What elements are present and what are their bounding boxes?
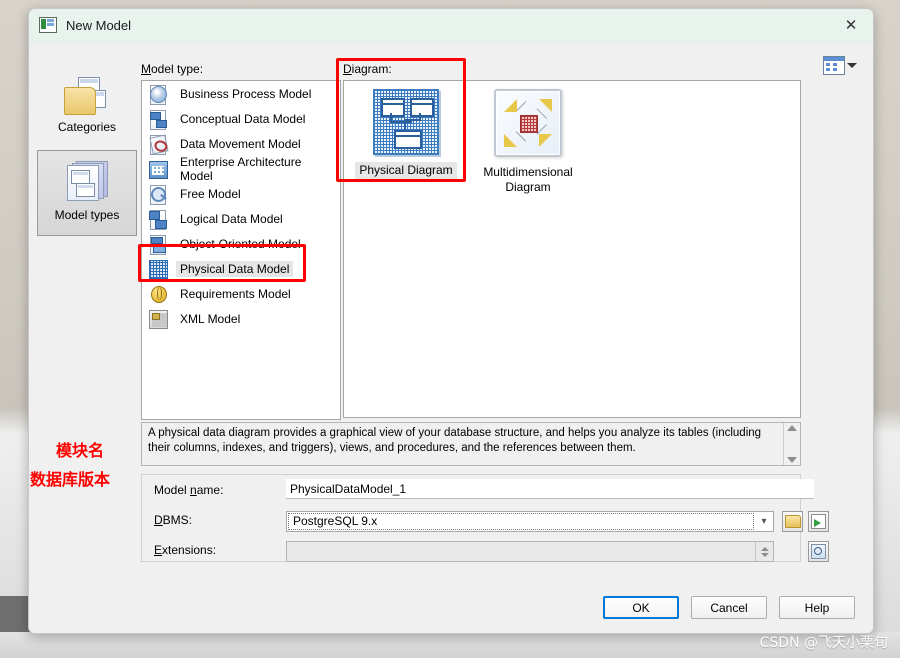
chevron-down-icon xyxy=(847,63,857,68)
stacked-pages-icon xyxy=(64,161,110,203)
dbms-row: DBMS: PostgreSQL 9.x ▾ xyxy=(142,509,829,535)
extensions-row: Extensions: xyxy=(142,539,829,565)
sidebar-item-label: Categories xyxy=(57,120,117,134)
list-item[interactable]: Data Movement Model xyxy=(142,131,340,156)
logical-data-icon xyxy=(148,209,168,230)
import-dbms-button[interactable] xyxy=(808,511,829,532)
diagram-item-label: Physical Diagram xyxy=(355,162,457,179)
extensions-value xyxy=(287,542,755,561)
requirements-icon xyxy=(148,284,168,304)
annotation-db-version: 数据库版本 xyxy=(30,470,111,489)
description-box: A physical data diagram provides a graph… xyxy=(141,422,801,466)
diagram-item-physical[interactable]: Physical Diagram xyxy=(354,89,458,196)
business-process-icon xyxy=(148,84,168,105)
list-item[interactable]: Free Model xyxy=(142,181,340,206)
magnifier-preview-icon xyxy=(811,544,826,559)
stepper-up-icon[interactable] xyxy=(760,546,769,551)
diagram-item-multidimensional[interactable]: Multidimensional Diagram xyxy=(476,89,580,196)
dbms-select[interactable]: PostgreSQL 9.x ▾ xyxy=(286,511,774,532)
chevron-down-icon: ▾ xyxy=(761,516,767,527)
list-item[interactable]: Enterprise Architecture Model xyxy=(142,154,340,183)
sidebar: Categories Model types xyxy=(37,64,139,236)
enterprise-architecture-icon xyxy=(148,159,168,179)
list-item-label: Object-Oriented Model xyxy=(180,236,301,251)
list-item-label: Data Movement Model xyxy=(180,136,301,151)
list-item[interactable]: Requirements Model xyxy=(142,281,340,306)
model-type-list[interactable]: Business Process Model Conceptual Data M… xyxy=(141,80,341,420)
list-item-label: Free Model xyxy=(180,186,241,201)
scroll-down-icon[interactable] xyxy=(787,457,797,463)
new-model-dialog: New Model ✕ Categories Model types Model… xyxy=(28,8,874,634)
model-name-input[interactable] xyxy=(286,479,814,499)
folder-icon xyxy=(784,515,801,528)
dbms-label: DBMS: xyxy=(154,513,193,527)
list-item-label: Logical Data Model xyxy=(180,211,283,226)
free-model-icon xyxy=(148,184,168,205)
object-oriented-icon xyxy=(148,234,168,255)
list-item[interactable]: Business Process Model xyxy=(142,81,340,106)
browse-dbms-button[interactable] xyxy=(782,511,803,532)
xml-model-icon xyxy=(148,309,168,329)
sidebar-item-model-types[interactable]: Model types xyxy=(37,150,137,236)
watermark: CSDN @飞天小栗旬 xyxy=(759,635,888,651)
stepper-down-icon[interactable] xyxy=(760,552,769,557)
conceptual-data-icon xyxy=(148,109,168,130)
extensions-input[interactable] xyxy=(286,541,774,562)
sidebar-item-label: Model types xyxy=(54,208,120,222)
folder-pages-icon xyxy=(64,75,110,115)
extensions-label: Extensions: xyxy=(154,543,217,557)
extensions-stepper[interactable] xyxy=(755,542,773,561)
dialog-button-row: OK Cancel Help xyxy=(603,596,855,619)
green-arrow-import-icon xyxy=(811,514,826,529)
model-type-label: Model type: xyxy=(141,62,204,76)
list-item[interactable]: XML Model xyxy=(142,306,340,331)
model-name-label: Model name: xyxy=(154,483,224,497)
help-button[interactable]: Help xyxy=(779,596,855,619)
model-document-icon xyxy=(39,17,57,33)
view-mode-button[interactable] xyxy=(823,56,857,75)
physical-diagram-thumb xyxy=(373,89,439,155)
list-item-label: Physical Data Model xyxy=(176,260,294,277)
list-item-label: Business Process Model xyxy=(180,86,312,101)
list-view-icon xyxy=(823,56,845,75)
model-settings-form: Model name: DBMS: PostgreSQL 9.x ▾ Exten… xyxy=(141,474,829,565)
cancel-button[interactable]: Cancel xyxy=(691,596,767,619)
description-text: A physical data diagram provides a graph… xyxy=(148,427,762,454)
list-item[interactable]: Object-Oriented Model xyxy=(142,231,340,256)
preview-extensions-button[interactable] xyxy=(808,541,829,562)
dialog-body: Categories Model types Model type: Diagr… xyxy=(29,42,873,633)
description-scrollbar[interactable] xyxy=(783,423,800,465)
scroll-up-icon[interactable] xyxy=(787,425,797,431)
list-item[interactable]: Conceptual Data Model xyxy=(142,106,340,131)
diagram-label: Diagram: xyxy=(343,62,392,76)
list-item-label: Enterprise Architecture Model xyxy=(180,154,302,183)
list-item-label: XML Model xyxy=(180,311,241,326)
multidimensional-diagram-thumb xyxy=(494,89,562,157)
dialog-title: New Model xyxy=(66,17,132,33)
list-item-physical-data-model[interactable]: Physical Data Model xyxy=(142,256,340,281)
ok-button[interactable]: OK xyxy=(603,596,679,619)
sidebar-item-categories[interactable]: Categories xyxy=(37,64,137,150)
annotation-module-name: 模块名 xyxy=(56,441,105,460)
list-item-label: Conceptual Data Model xyxy=(180,111,306,126)
diagram-item-label: Multidimensional Diagram xyxy=(483,165,573,194)
data-movement-icon xyxy=(148,134,169,155)
physical-data-icon xyxy=(148,259,168,279)
dbms-value: PostgreSQL 9.x xyxy=(288,513,754,530)
dialog-titlebar: New Model ✕ xyxy=(29,9,873,42)
model-name-row: Model name: xyxy=(142,479,814,505)
list-item[interactable]: Logical Data Model xyxy=(142,206,340,231)
diagram-panel[interactable]: Physical Diagram Multidimensional Diagra… xyxy=(343,80,801,418)
close-icon[interactable]: ✕ xyxy=(829,10,873,41)
list-item-label: Requirements Model xyxy=(180,286,291,301)
